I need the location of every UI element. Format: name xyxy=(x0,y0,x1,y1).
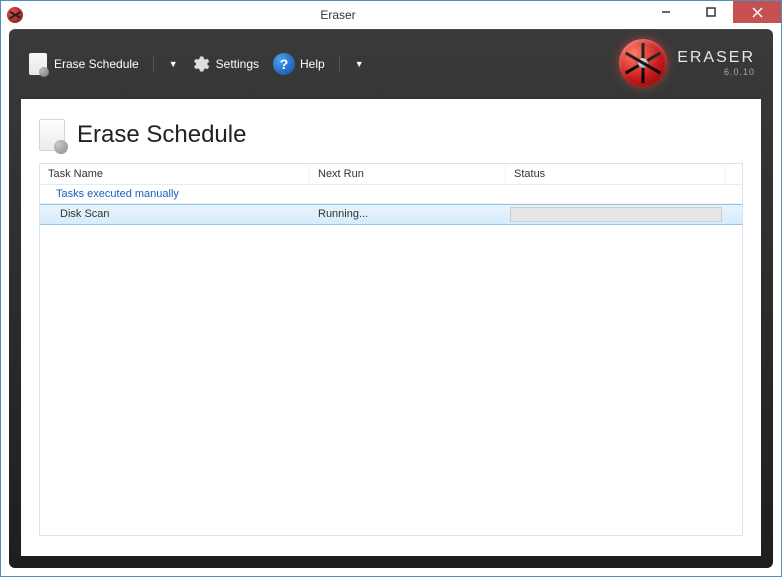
help-dropdown[interactable]: ▼ xyxy=(352,59,367,69)
table-row[interactable]: Disk Scan Running... xyxy=(40,204,742,225)
toolbar-divider xyxy=(153,55,154,73)
settings-label: Settings xyxy=(216,57,259,71)
col-status[interactable]: Status xyxy=(506,164,726,184)
app-window: Eraser Erase Schedule ▼ xyxy=(0,0,782,577)
document-icon xyxy=(27,53,49,75)
brand-version: 6.0.10 xyxy=(677,67,755,77)
app-icon xyxy=(7,7,23,23)
content-panel: Erase Schedule Task Name Next Run Status… xyxy=(21,99,761,556)
brand-name: ERASER xyxy=(677,49,755,67)
window-controls xyxy=(643,1,781,29)
col-next-run[interactable]: Next Run xyxy=(310,164,506,184)
cell-next-run: Running... xyxy=(310,205,506,224)
task-grid: Task Name Next Run Status Tasks executed… xyxy=(39,163,743,536)
cell-status xyxy=(506,205,726,224)
page-header: Erase Schedule xyxy=(39,119,743,151)
brand-logo-icon xyxy=(619,39,667,87)
gear-icon xyxy=(189,53,211,75)
progress-bar xyxy=(510,207,722,222)
col-task-name[interactable]: Task Name xyxy=(40,164,310,184)
toolbar-divider xyxy=(339,55,340,73)
erase-schedule-label: Erase Schedule xyxy=(54,57,139,71)
titlebar[interactable]: Eraser xyxy=(1,1,781,29)
cell-task-name: Disk Scan xyxy=(40,205,310,224)
col-extra[interactable] xyxy=(726,164,742,184)
app-chrome: Erase Schedule ▼ Settings ? Help ▼ xyxy=(9,29,773,568)
settings-menu[interactable]: Settings xyxy=(189,53,259,75)
minimize-button[interactable] xyxy=(643,1,688,23)
group-row[interactable]: Tasks executed manually xyxy=(40,185,742,204)
page-document-icon xyxy=(39,119,65,151)
erase-schedule-dropdown[interactable]: ▼ xyxy=(166,59,181,69)
help-label: Help xyxy=(300,57,325,71)
grid-header: Task Name Next Run Status xyxy=(40,164,742,185)
help-menu[interactable]: ? Help xyxy=(273,53,325,75)
grid-body[interactable]: Tasks executed manually Disk Scan Runnin… xyxy=(40,185,742,535)
help-icon: ? xyxy=(273,53,295,75)
maximize-button[interactable] xyxy=(688,1,733,23)
erase-schedule-menu[interactable]: Erase Schedule xyxy=(27,53,139,75)
cell-extra xyxy=(726,205,742,224)
page-title: Erase Schedule xyxy=(77,121,246,149)
window-title: Eraser xyxy=(33,8,643,22)
brand: ERASER 6.0.10 xyxy=(619,39,755,87)
toolbar: Erase Schedule ▼ Settings ? Help ▼ xyxy=(9,29,773,99)
close-button[interactable] xyxy=(733,1,781,23)
